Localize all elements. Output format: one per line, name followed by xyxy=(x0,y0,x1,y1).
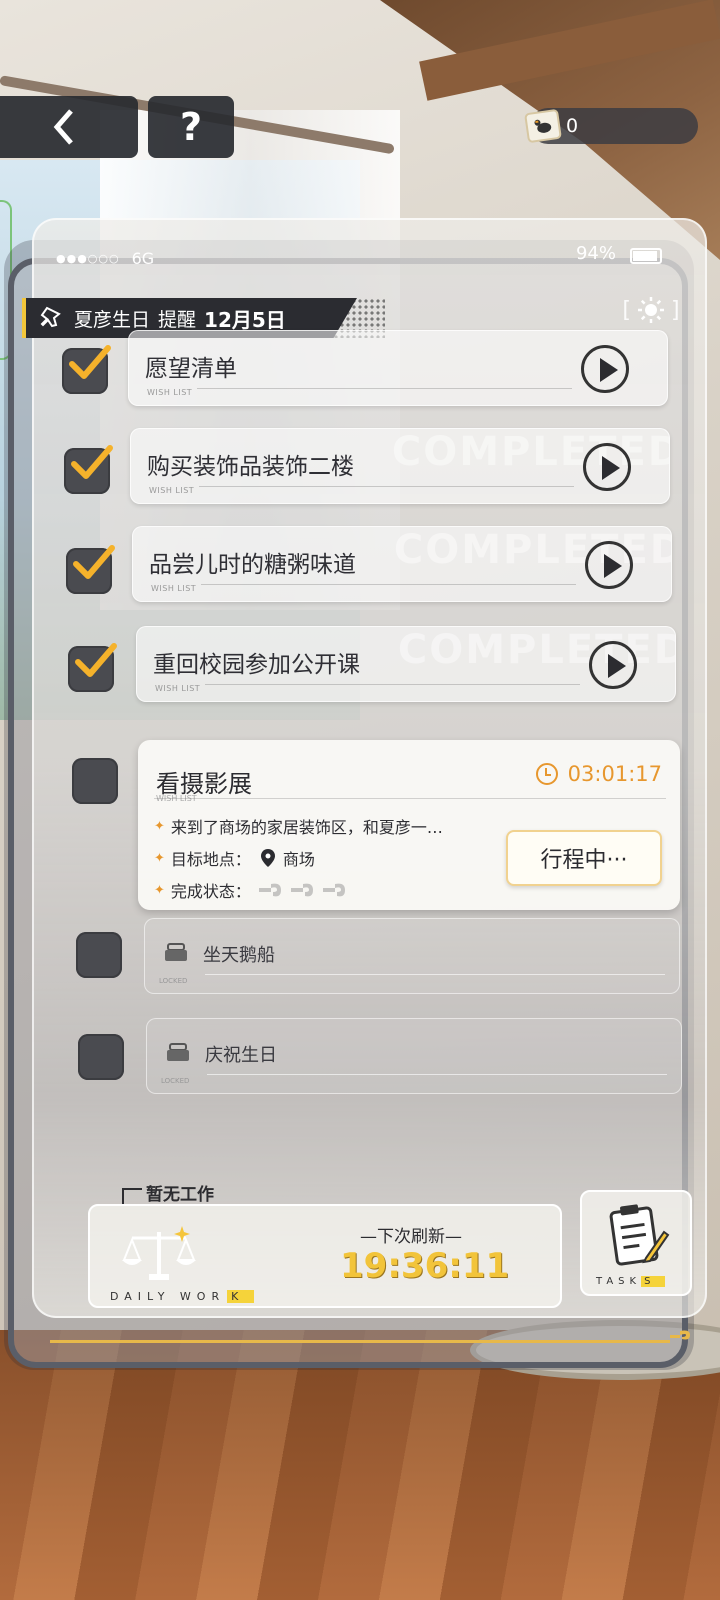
task-checkbox-checked[interactable] xyxy=(66,545,115,594)
pipe-icon xyxy=(258,883,281,897)
task-description-row: ✦ 来到了商场的家居装饰区，和夏彦一… xyxy=(154,814,443,838)
task-title: 重回校园参加公开课 xyxy=(153,652,360,678)
tasks-label: TASK S xyxy=(596,1276,666,1287)
pipe-corner-icon xyxy=(670,1330,690,1340)
currency-value: 0 xyxy=(566,115,579,137)
pipe-icon xyxy=(290,883,313,897)
play-button[interactable] xyxy=(581,345,629,393)
checkmark-icon xyxy=(73,545,115,579)
task-card-completed[interactable]: COMPLETED 品尝儿时的糖粥味道 WISH LIST xyxy=(132,526,672,602)
pipe-icon xyxy=(322,883,345,897)
battery-percent: 94% xyxy=(575,243,616,264)
work-status-label: 暂无工作 xyxy=(146,1185,214,1205)
task-sub-label: WISH LIST xyxy=(151,584,197,593)
active-task-card[interactable]: 看摄影展 WISH LIST 03:01:17 ✦ 来到了商场的家居装饰区，和夏… xyxy=(138,740,680,910)
battery-icon xyxy=(630,248,662,264)
lock-icon xyxy=(167,1043,189,1061)
signal-indicator: ●●●○○○ xyxy=(56,251,120,265)
checkmark-icon xyxy=(71,445,113,479)
weather-button[interactable]: [ ] xyxy=(620,292,682,328)
task-card-locked[interactable]: 坐天鹅船 LOCKED xyxy=(144,918,680,994)
reminder-date: 12月5日 xyxy=(204,307,286,332)
task-title: 愿望清单 xyxy=(145,356,237,382)
target-location-value: 商场 xyxy=(282,850,315,869)
tasks-button[interactable]: TASK S xyxy=(580,1190,692,1296)
checkmark-icon xyxy=(75,643,117,677)
task-card-completed[interactable]: COMPLETED 购买装饰品装饰二楼 WISH LIST xyxy=(130,428,670,504)
task-card-locked[interactable]: 庆祝生日 LOCKED xyxy=(146,1018,682,1094)
location-pin-icon xyxy=(260,849,275,867)
lock-icon xyxy=(165,943,187,961)
currency-display[interactable]: 0 xyxy=(524,108,698,144)
task-checkbox-checked[interactable] xyxy=(68,643,117,692)
task-description: 来到了商场的家居装饰区，和夏彦一… xyxy=(170,818,443,837)
completion-status-row: ✦ 完成状态： xyxy=(154,878,347,902)
task-checkbox-unchecked[interactable] xyxy=(72,758,118,804)
task-title: 购买装饰品装饰二楼 xyxy=(147,454,354,480)
locked-sub-label: LOCKED xyxy=(161,1077,190,1085)
clock-icon xyxy=(535,763,558,785)
next-refresh-label: —下次刷新— xyxy=(360,1227,462,1247)
locked-task-title: 坐天鹅船 xyxy=(203,945,275,966)
countdown-timer: 03:01:17 xyxy=(535,762,662,786)
daily-work-card[interactable]: DAILY WOR K —下次刷新— 19:36:11 xyxy=(88,1204,562,1308)
task-sub-label: WISH LIST xyxy=(149,486,195,495)
target-location-label: 目标地点： xyxy=(170,850,251,869)
task-checkbox-unchecked[interactable] xyxy=(78,1034,124,1080)
target-location-row: ✦ 目标地点： 商场 xyxy=(154,846,315,870)
checkmark-icon xyxy=(69,345,111,379)
help-button[interactable]: ? xyxy=(148,96,234,158)
pin-icon xyxy=(40,306,61,328)
task-card-completed[interactable]: COMPLETED 重回校园参加公开课 WISH LIST xyxy=(136,626,676,702)
completion-status-label: 完成状态： xyxy=(170,882,251,901)
locked-sub-label: LOCKED xyxy=(159,977,188,985)
task-sub-label: WISH LIST xyxy=(155,684,201,693)
locked-task-title: 庆祝生日 xyxy=(205,1045,277,1066)
task-checkbox-checked[interactable] xyxy=(64,445,113,494)
clipboard-icon xyxy=(609,1204,670,1266)
task-checkbox-unchecked[interactable] xyxy=(76,932,122,978)
help-label: ? xyxy=(179,105,203,149)
scales-icon xyxy=(122,1226,196,1280)
daily-work-label: DAILY WOR K xyxy=(110,1290,255,1303)
back-button[interactable] xyxy=(0,96,138,158)
phone-status-bar: ●●●○○○ 6G 94% xyxy=(56,240,706,276)
chevron-left-icon xyxy=(53,109,73,145)
play-button[interactable] xyxy=(585,541,633,589)
play-button[interactable] xyxy=(583,443,631,491)
next-refresh-time: 19:36:11 xyxy=(340,1246,510,1286)
in-progress-button[interactable]: 行程中··· xyxy=(506,830,662,886)
task-card-completed[interactable]: 愿望清单 WISH LIST xyxy=(128,330,668,406)
reminder-label: 提醒 xyxy=(158,308,197,331)
task-title: 品尝儿时的糖粥味道 xyxy=(149,552,356,578)
network-label: 6G xyxy=(131,248,155,268)
task-sub-label: WISH LIST xyxy=(147,388,193,397)
screen-accent-line xyxy=(50,1340,670,1343)
sun-icon xyxy=(638,297,664,323)
task-checkbox-checked[interactable] xyxy=(62,345,111,394)
reminder-name: 夏彦生日 xyxy=(74,308,151,331)
goose-coin-icon xyxy=(524,108,562,144)
in-progress-label: 行程中··· xyxy=(540,848,628,873)
play-button[interactable] xyxy=(589,641,637,689)
timer-value: 03:01:17 xyxy=(567,762,662,786)
